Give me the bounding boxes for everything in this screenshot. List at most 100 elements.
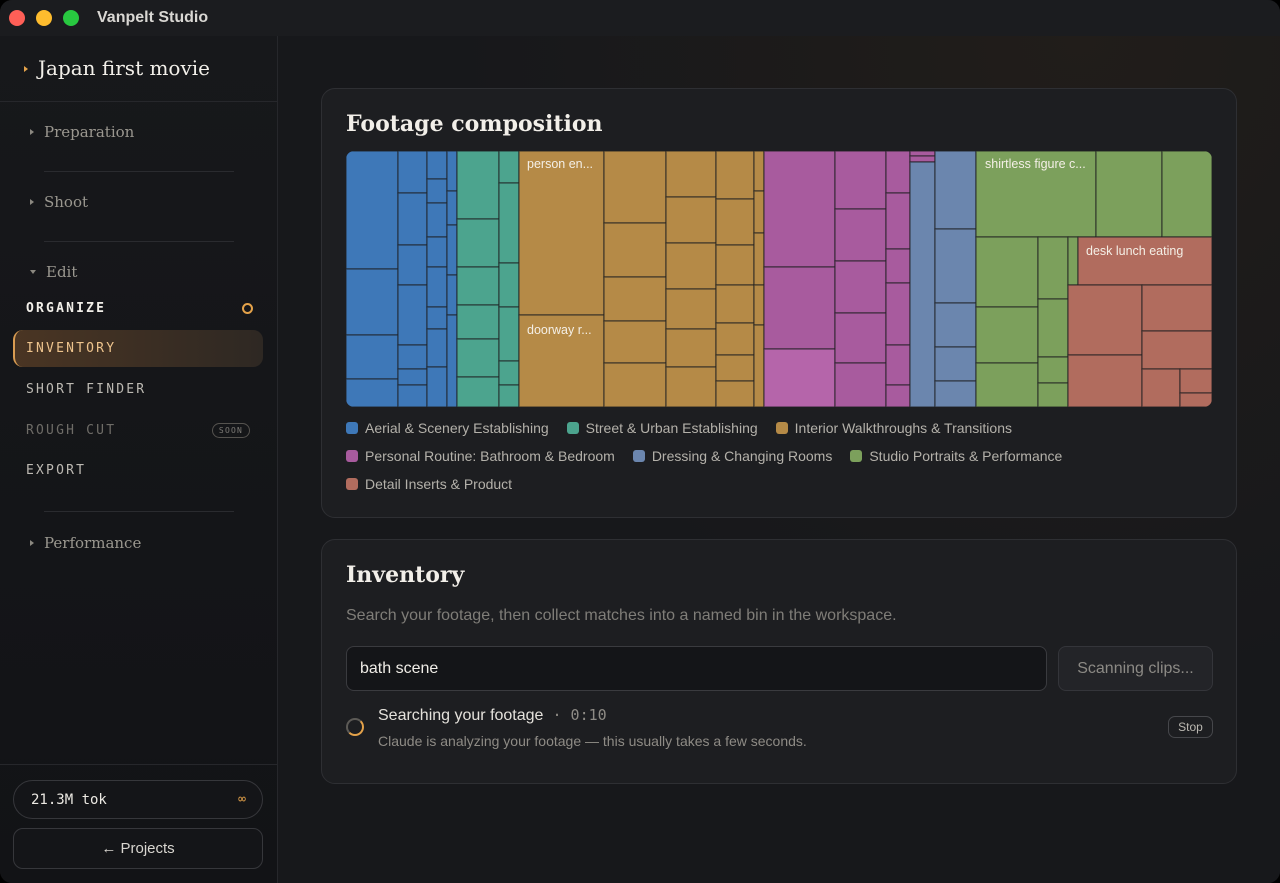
treemap-tile[interactable]: [975, 362, 1039, 407]
treemap-tile[interactable]: [346, 378, 399, 407]
nav-export[interactable]: EXPORT: [13, 452, 263, 489]
treemap-tile[interactable]: [934, 380, 977, 407]
treemap-tile[interactable]: [885, 248, 911, 284]
stop-button[interactable]: Stop: [1168, 716, 1213, 738]
treemap-tile[interactable]: [1067, 284, 1143, 356]
treemap-tile[interactable]: [1037, 236, 1069, 300]
treemap-tile[interactable]: [426, 366, 448, 407]
treemap-tile[interactable]: [346, 268, 399, 336]
treemap-tile[interactable]: [715, 322, 755, 356]
scan-button[interactable]: Scanning clips...: [1058, 646, 1213, 691]
treemap-tile[interactable]: [446, 190, 458, 226]
treemap-tile[interactable]: [885, 151, 911, 194]
minimize-window-button[interactable]: [36, 10, 52, 26]
treemap-tile[interactable]: [753, 324, 765, 407]
treemap-tile[interactable]: [753, 284, 765, 326]
treemap-tile[interactable]: [753, 151, 765, 192]
treemap-tile[interactable]: [1037, 382, 1069, 407]
treemap-tile[interactable]: [909, 161, 936, 407]
treemap-tile[interactable]: [834, 260, 887, 314]
legend-item[interactable]: Detail Inserts & Product: [346, 475, 512, 493]
legend-item[interactable]: Personal Routine: Bathroom & Bedroom: [346, 447, 615, 465]
treemap-tile[interactable]: [397, 344, 428, 370]
treemap-tile[interactable]: [909, 151, 936, 157]
treemap-tile[interactable]: [346, 334, 399, 380]
treemap-tile[interactable]: [665, 151, 717, 198]
treemap-tile[interactable]: [456, 376, 500, 407]
treemap-tile[interactable]: [1161, 151, 1212, 238]
treemap-tile[interactable]: [603, 276, 667, 322]
section-preparation[interactable]: Preparation: [30, 120, 134, 144]
treemap-tile[interactable]: [456, 266, 500, 306]
treemap-tile[interactable]: [1179, 368, 1212, 394]
nav-short-finder[interactable]: SHORT FINDER: [13, 371, 263, 408]
treemap-tile[interactable]: [397, 192, 428, 246]
section-edit[interactable]: Edit: [30, 260, 77, 284]
nav-organize[interactable]: ORGANIZE: [13, 290, 263, 327]
treemap-tile[interactable]: [1141, 284, 1212, 332]
legend-item[interactable]: Dressing & Changing Rooms: [632, 447, 832, 465]
treemap-tile[interactable]: [885, 192, 911, 250]
token-usage[interactable]: 21.3M tok ∞: [13, 780, 263, 819]
treemap-tile[interactable]: [834, 312, 887, 364]
legend-item[interactable]: Studio Portraits & Performance: [850, 447, 1062, 465]
treemap-tile[interactable]: [498, 360, 520, 386]
treemap-tile[interactable]: [426, 178, 448, 204]
treemap-tile[interactable]: [909, 155, 936, 163]
legend-item[interactable]: Interior Walkthroughs & Transitions: [775, 419, 1012, 437]
treemap-tile[interactable]: [715, 284, 755, 324]
treemap-tile[interactable]: [426, 236, 448, 268]
treemap-tile[interactable]: [456, 304, 500, 340]
section-performance[interactable]: Performance: [30, 531, 141, 555]
treemap-tile[interactable]: [498, 384, 520, 407]
treemap-tile[interactable]: [498, 182, 520, 264]
treemap-tile[interactable]: [753, 232, 765, 286]
treemap-tile[interactable]: [665, 242, 717, 290]
project-header[interactable]: Japan first movie: [0, 36, 278, 102]
treemap-tile[interactable]: [715, 151, 755, 200]
treemap-tile[interactable]: [456, 218, 500, 268]
treemap-tile[interactable]: [934, 346, 977, 382]
treemap-tile[interactable]: [885, 384, 911, 407]
treemap-tile[interactable]: [1067, 236, 1079, 286]
projects-button[interactable]: ← Projects: [13, 828, 263, 869]
treemap-tile[interactable]: [446, 224, 458, 276]
treemap-tile[interactable]: [498, 262, 520, 308]
treemap-tile[interactable]: [763, 266, 836, 350]
treemap-tile[interactable]: [397, 244, 428, 286]
treemap-tile[interactable]: [1179, 392, 1212, 407]
treemap-tile[interactable]: [834, 208, 887, 262]
treemap-tile[interactable]: [753, 190, 765, 234]
treemap-tile[interactable]: [1141, 368, 1181, 407]
treemap-tile[interactable]: [456, 151, 500, 220]
zoom-window-button[interactable]: [63, 10, 79, 26]
treemap-tile[interactable]: [498, 306, 520, 362]
treemap-tile[interactable]: [665, 196, 717, 244]
treemap-tile[interactable]: [885, 344, 911, 386]
legend-item[interactable]: Aerial & Scenery Establishing: [346, 419, 549, 437]
treemap-tile[interactable]: [715, 380, 755, 407]
treemap-tile[interactable]: [665, 288, 717, 330]
treemap-tile[interactable]: [397, 284, 428, 346]
treemap-tile[interactable]: [426, 151, 448, 180]
treemap-tile[interactable]: [426, 202, 448, 238]
treemap-tile[interactable]: [715, 198, 755, 246]
footage-treemap[interactable]: person en... doorway r... shirtless figure…: [346, 151, 1212, 407]
treemap-tile[interactable]: [715, 244, 755, 286]
treemap-tile[interactable]: [975, 306, 1039, 364]
close-window-button[interactable]: [9, 10, 25, 26]
treemap-tile[interactable]: [934, 228, 977, 304]
treemap-tile[interactable]: [603, 151, 667, 224]
treemap-tile[interactable]: [603, 222, 667, 278]
treemap-tile[interactable]: [665, 366, 717, 407]
treemap-tile[interactable]: [1037, 356, 1069, 384]
treemap-tile[interactable]: [885, 282, 911, 346]
treemap-tile[interactable]: [426, 306, 448, 330]
treemap-tile[interactable]: [763, 151, 836, 268]
treemap-tile[interactable]: [603, 362, 667, 407]
treemap-tile[interactable]: [603, 320, 667, 364]
treemap-tile[interactable]: [975, 236, 1039, 308]
treemap-tile[interactable]: [1067, 354, 1143, 407]
treemap-tile[interactable]: [665, 328, 717, 368]
treemap-tile[interactable]: [763, 348, 836, 407]
